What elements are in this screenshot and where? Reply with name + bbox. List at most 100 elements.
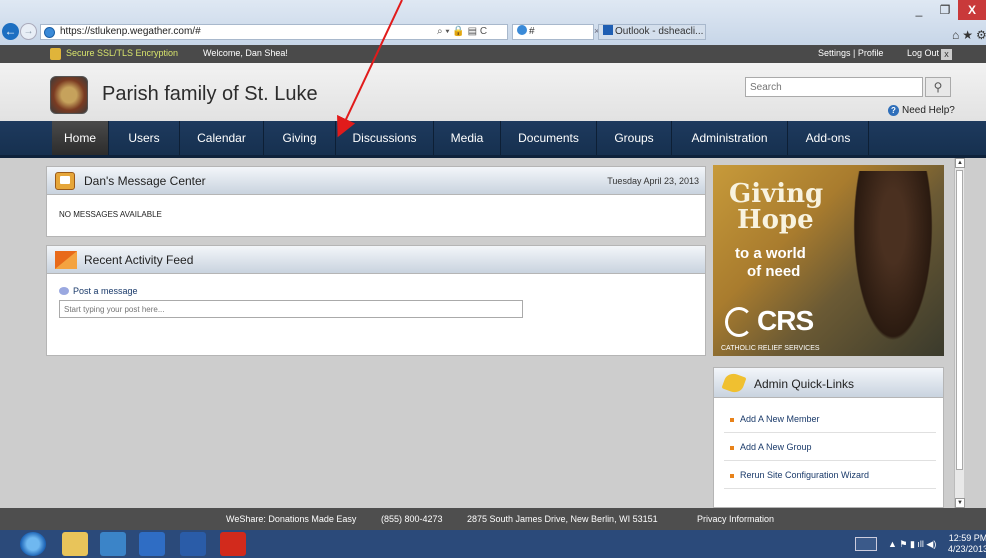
logout-close-icon: x	[941, 49, 953, 60]
nav-add-ons[interactable]: Add-ons	[788, 121, 869, 155]
help-icon: ?	[888, 105, 899, 116]
file-explorer-icon[interactable]	[62, 532, 88, 556]
ad-line-4: of need	[747, 263, 801, 280]
address-url[interactable]: https://stlukenp.wegather.com/#	[60, 26, 201, 37]
logout-link[interactable]: Log Out x	[907, 48, 953, 60]
magic-wand-icon	[721, 371, 747, 395]
back-button[interactable]: ←	[2, 23, 19, 40]
site-header: Parish family of St. Luke ⚲ ?Need Help?	[0, 63, 986, 121]
toolbar-icons[interactable]: ⌂★⚙	[952, 28, 986, 42]
ad-line-3: to a world	[735, 245, 806, 262]
ie-tab-icon	[517, 25, 527, 35]
ad-line-2: Hope	[737, 205, 814, 235]
search-input[interactable]	[745, 77, 923, 97]
ssl-text: Secure SSL/TLS Encryption	[66, 48, 179, 58]
keyboard-icon[interactable]	[855, 537, 877, 551]
ad-brand: CRS	[757, 305, 814, 336]
quick-link-label: Add A New Group	[740, 442, 812, 452]
scroll-down-icon[interactable]: ▼	[955, 498, 965, 508]
parish-crest-logo	[50, 76, 88, 114]
acrobat-icon[interactable]	[220, 532, 246, 556]
mailbox-icon	[55, 172, 75, 190]
quick-links-title: Admin Quick-Links	[754, 377, 855, 391]
site-footer: WeShare: Donations Made Easy (855) 800-4…	[0, 508, 986, 530]
restore-button[interactable]: ❐	[932, 0, 958, 20]
nav-documents[interactable]: Documents	[501, 121, 597, 155]
bullet-icon	[730, 418, 734, 422]
word-icon[interactable]	[180, 532, 206, 556]
browser-chrome: ← → https://stlukenp.wegather.com/# ⌕ ▾ …	[0, 0, 986, 45]
footer-phone: (855) 800-4273	[381, 514, 443, 524]
internet-explorer-icon[interactable]	[20, 532, 46, 556]
address-bar[interactable]: https://stlukenp.wegather.com/# ⌕ ▾ 🔒 ▤ …	[40, 24, 508, 40]
main-nav: Home Users Calendar Giving Discussions M…	[0, 121, 986, 158]
lock-icon	[50, 48, 61, 60]
nav-home[interactable]: Home	[52, 121, 109, 155]
nav-calendar[interactable]: Calendar	[180, 121, 264, 155]
windows-taskbar: ▲ ⚑ ▮ ıll ◀) 12:59 PM 4/23/2013	[0, 530, 986, 558]
message-center-date: Tuesday April 23, 2013	[607, 176, 699, 186]
post-message-link[interactable]: Post a message	[59, 286, 138, 296]
scroll-up-icon[interactable]: ▲	[955, 158, 965, 168]
search-icon[interactable]: ⚲	[925, 77, 951, 97]
nav-giving[interactable]: Giving	[264, 121, 336, 155]
message-center-title: Dan's Message Center	[84, 174, 206, 188]
footer-tagline: WeShare: Donations Made Easy	[226, 514, 357, 524]
crs-logo-icon	[725, 307, 753, 337]
logout-label: Log Out	[907, 48, 940, 58]
need-help-label: Need Help?	[902, 105, 955, 116]
privacy-link[interactable]: Privacy Information	[697, 514, 774, 524]
remote-desktop-icon[interactable]	[100, 532, 126, 556]
bullet-icon	[730, 446, 734, 450]
need-help-link[interactable]: ? Need Help?	[888, 105, 955, 116]
ie-favicon-icon	[44, 27, 55, 38]
system-tray-icons[interactable]: ▲ ⚑ ▮ ıll ◀)	[888, 539, 936, 550]
address-bar-icons[interactable]: ⌕ ▾ 🔒 ▤ C	[437, 26, 487, 37]
activity-feed-icon	[55, 251, 77, 269]
lync-icon[interactable]	[139, 532, 165, 556]
post-message-label: Post a message	[73, 286, 138, 296]
bullet-icon	[730, 474, 734, 478]
quick-link-add-group[interactable]: Add A New Group	[724, 434, 936, 461]
close-window-button[interactable]: X	[958, 0, 986, 20]
quick-link-label: Add A New Member	[740, 414, 820, 424]
ad-photo	[848, 171, 938, 356]
quick-link-add-member[interactable]: Add A New Member	[724, 406, 936, 433]
main-content: Dan's Message Center Tuesday April 23, 2…	[0, 158, 986, 508]
scroll-thumb[interactable]	[956, 170, 963, 470]
taskbar-clock[interactable]: 12:59 PM 4/23/2013	[948, 533, 986, 555]
clock-date: 4/23/2013	[948, 544, 986, 554]
activity-feed-title: Recent Activity Feed	[84, 253, 194, 267]
welcome-text: Welcome, Dan Shea!	[203, 48, 288, 58]
message-center-panel: Dan's Message Center Tuesday April 23, 2…	[46, 166, 706, 237]
site-title[interactable]: Parish family of St. Luke	[102, 83, 318, 106]
clock-time: 12:59 PM	[948, 533, 986, 543]
quick-link-label: Rerun Site Configuration Wizard	[740, 470, 870, 480]
forward-button[interactable]: →	[20, 23, 37, 40]
nav-groups[interactable]: Groups	[597, 121, 672, 155]
settings-profile-link[interactable]: Settings | Profile	[818, 48, 883, 58]
security-bar: Secure SSL/TLS Encryption Welcome, Dan S…	[0, 45, 986, 63]
speech-bubble-icon	[59, 287, 69, 295]
crs-ad-banner[interactable]: Giving Hope to a world of need CRS CATHO…	[713, 165, 944, 356]
activity-feed-panel: Recent Activity Feed Post a message	[46, 245, 706, 356]
tab-outlook[interactable]: Outlook - dsheacli...	[598, 24, 706, 40]
outlook-icon	[603, 25, 613, 35]
nav-users[interactable]: Users	[109, 121, 180, 155]
minimize-button[interactable]: _	[906, 0, 932, 20]
tab-outlook-label: Outlook - dsheacli...	[615, 26, 704, 37]
nav-administration[interactable]: Administration	[672, 121, 788, 155]
tab-current-label: #	[529, 26, 535, 37]
post-message-input[interactable]	[59, 300, 523, 318]
activity-feed-header: Recent Activity Feed	[47, 246, 705, 274]
nav-discussions[interactable]: Discussions	[336, 121, 434, 155]
tab-current[interactable]: #	[512, 24, 594, 40]
admin-quick-links-panel: Admin Quick-Links Add A New Member Add A…	[713, 367, 944, 508]
message-center-header: Dan's Message Center Tuesday April 23, 2…	[47, 167, 705, 195]
quick-link-rerun-wizard[interactable]: Rerun Site Configuration Wizard	[724, 462, 936, 489]
quick-links-header: Admin Quick-Links	[714, 368, 943, 398]
nav-media[interactable]: Media	[434, 121, 501, 155]
page-scrollbar[interactable]: ▲ ▼	[954, 158, 965, 508]
footer-address: 2875 South James Drive, New Berlin, WI 5…	[467, 514, 658, 524]
ad-tagline: CATHOLIC RELIEF SERVICES	[721, 345, 820, 352]
